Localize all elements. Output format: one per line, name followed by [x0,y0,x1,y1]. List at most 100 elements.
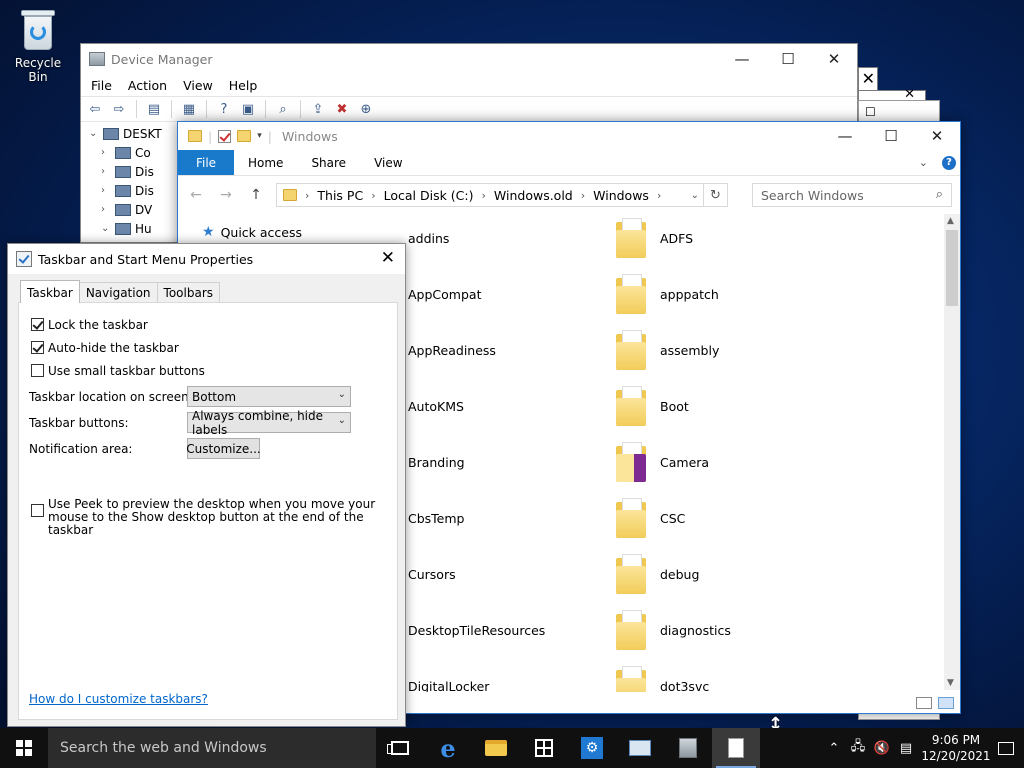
settings-button[interactable]: ⚙ [568,728,616,768]
scrollbar-thumb[interactable] [946,230,958,306]
scroll-down-icon[interactable]: ▼ [947,678,954,688]
properties-check-icon[interactable] [218,129,232,143]
help-link[interactable]: How do I customize taskbars? [29,692,208,706]
back-icon[interactable]: ← [186,187,206,203]
close-icon[interactable]: ✕ [862,69,875,88]
ribbon-tab-home[interactable]: Home [234,150,297,175]
peek-checkbox[interactable]: Use Peek to preview the desktop when you… [31,498,381,537]
forward-icon[interactable]: → [216,187,236,203]
customize-qat-icon[interactable]: ▾ [257,131,262,141]
menu-action[interactable]: Action [128,78,167,93]
dialog-titlebar[interactable]: Taskbar and Start Menu Properties ✕ [8,244,405,274]
uninstall-device-icon[interactable]: ✖ [332,100,352,118]
task-view-button[interactable] [376,728,424,768]
list-item[interactable]: assembly [616,322,719,378]
refresh-icon[interactable]: ↻ [703,184,727,206]
close-button[interactable]: ✕ [811,44,857,74]
lock-taskbar-checkbox[interactable]: Lock the taskbar [31,318,148,332]
minimize-button[interactable]: — [719,44,765,74]
properties-icon[interactable]: ▦ [179,100,199,118]
recycle-bin[interactable]: Recycle Bin [4,8,72,84]
enable-device-icon[interactable]: ⊕ [356,100,376,118]
chevron-right-icon[interactable]: › [101,204,115,215]
start-button[interactable] [0,728,48,768]
show-desktop-button[interactable] [998,741,1014,755]
breadcrumb-windows-old[interactable]: Windows.old [494,188,573,203]
clock[interactable]: 9:06 PM 12/20/2021 [918,732,994,764]
chevron-right-icon[interactable]: › [101,185,115,196]
small-buttons-checkbox[interactable]: Use small taskbar buttons [31,364,205,378]
close-button[interactable]: ✕ [914,122,960,150]
list-item[interactable]: CSC [616,490,685,546]
show-hide-tree-icon[interactable]: ▤ [144,100,164,118]
menu-file[interactable]: File [91,78,112,93]
checkbox-checked[interactable] [31,341,44,354]
checkbox-unchecked[interactable] [31,504,44,517]
large-icons-view-icon[interactable] [938,697,954,709]
chevron-right-icon[interactable]: › [101,147,115,158]
ribbon-tab-share[interactable]: Share [297,150,360,175]
list-item[interactable]: debug [616,546,699,602]
tree-row[interactable]: › Dis [89,162,179,181]
close-icon[interactable]: ✕ [381,248,395,268]
chevron-right-icon[interactable]: › [101,166,115,177]
maximize-icon[interactable]: ☐ [865,105,876,119]
network-icon[interactable]: 🖧 [846,737,870,759]
action-center-icon[interactable]: ▤ [894,741,918,756]
search-input[interactable]: Search Windows ⌕ [752,183,952,207]
checkbox-checked[interactable] [31,318,44,331]
update-driver-icon[interactable]: ⇪ [308,100,328,118]
background-window[interactable]: ✕ [858,67,878,92]
menu-help[interactable]: Help [229,78,258,93]
tree-row[interactable]: › Dis [89,181,179,200]
customize-button[interactable]: Customize... [186,438,261,459]
store-button[interactable] [520,728,568,768]
maximize-button[interactable]: ☐ [868,122,914,150]
scan-hardware-icon[interactable]: ⌕ [273,100,293,118]
volume-muted-icon[interactable]: 🔇 [870,741,894,756]
device-manager-button[interactable] [664,728,712,768]
edge-button[interactable]: e [424,728,472,768]
list-item[interactable]: apppatch [616,266,719,322]
list-item[interactable]: Camera [616,434,709,490]
checkbox-unchecked[interactable] [31,364,44,377]
ribbon-file-tab[interactable]: File [178,150,234,175]
tab-toolbars[interactable]: Toolbars [156,282,221,303]
taskbar-properties-button[interactable] [712,728,760,768]
ribbon-tab-view[interactable]: View [360,150,416,175]
help-icon[interactable]: ? [942,155,956,170]
list-item[interactable]: ADFS [616,216,693,266]
scroll-up-icon[interactable]: ▲ [947,216,954,226]
chevron-down-icon[interactable]: ⌄ [691,190,699,201]
file-explorer-button[interactable] [472,728,520,768]
details-view-icon[interactable] [916,697,932,709]
up-icon[interactable]: ↑ [246,187,266,203]
tree-row[interactable]: › Co [89,143,179,162]
tab-navigation[interactable]: Navigation [78,282,158,303]
help-icon[interactable]: ? [214,100,234,118]
menu-view[interactable]: View [183,78,213,93]
chevron-down-icon[interactable]: ⌄ [101,223,115,234]
vertical-scrollbar[interactable]: ▲ ▼ [944,214,960,690]
taskbar-properties-dialog[interactable]: Taskbar and Start Menu Properties ✕ Task… [7,243,406,727]
view-icon[interactable]: ▣ [238,100,258,118]
location-select[interactable]: Bottom ⌄ [187,386,351,407]
minimize-button[interactable]: — [822,122,868,150]
new-folder-icon[interactable] [237,130,252,142]
tree-row[interactable]: › DV [89,200,179,219]
list-item[interactable]: Boot [616,378,689,434]
expand-ribbon-icon[interactable]: ⌄ [919,156,928,169]
address-bar[interactable]: › This PC › Local Disk (C:) › Windows.ol… [276,183,728,207]
breadcrumb-local-disk[interactable]: Local Disk (C:) [384,188,474,203]
computer-management-button[interactable] [616,728,664,768]
buttons-select[interactable]: Always combine, hide labels ⌄ [187,409,351,437]
back-arrow-icon[interactable]: ⇦ [85,100,105,118]
tab-taskbar[interactable]: Taskbar [20,280,80,303]
tree-row[interactable]: ⌄ DESKT [89,124,179,143]
forward-arrow-icon[interactable]: ⇨ [109,100,129,118]
taskbar-search-input[interactable]: Search the web and Windows [48,728,376,768]
auto-hide-checkbox[interactable]: Auto-hide the taskbar [31,341,179,355]
chevron-down-icon[interactable]: ⌄ [89,128,103,139]
list-item[interactable]: diagnostics [616,602,731,658]
tree-row[interactable]: ⌄ Hu [89,219,179,238]
